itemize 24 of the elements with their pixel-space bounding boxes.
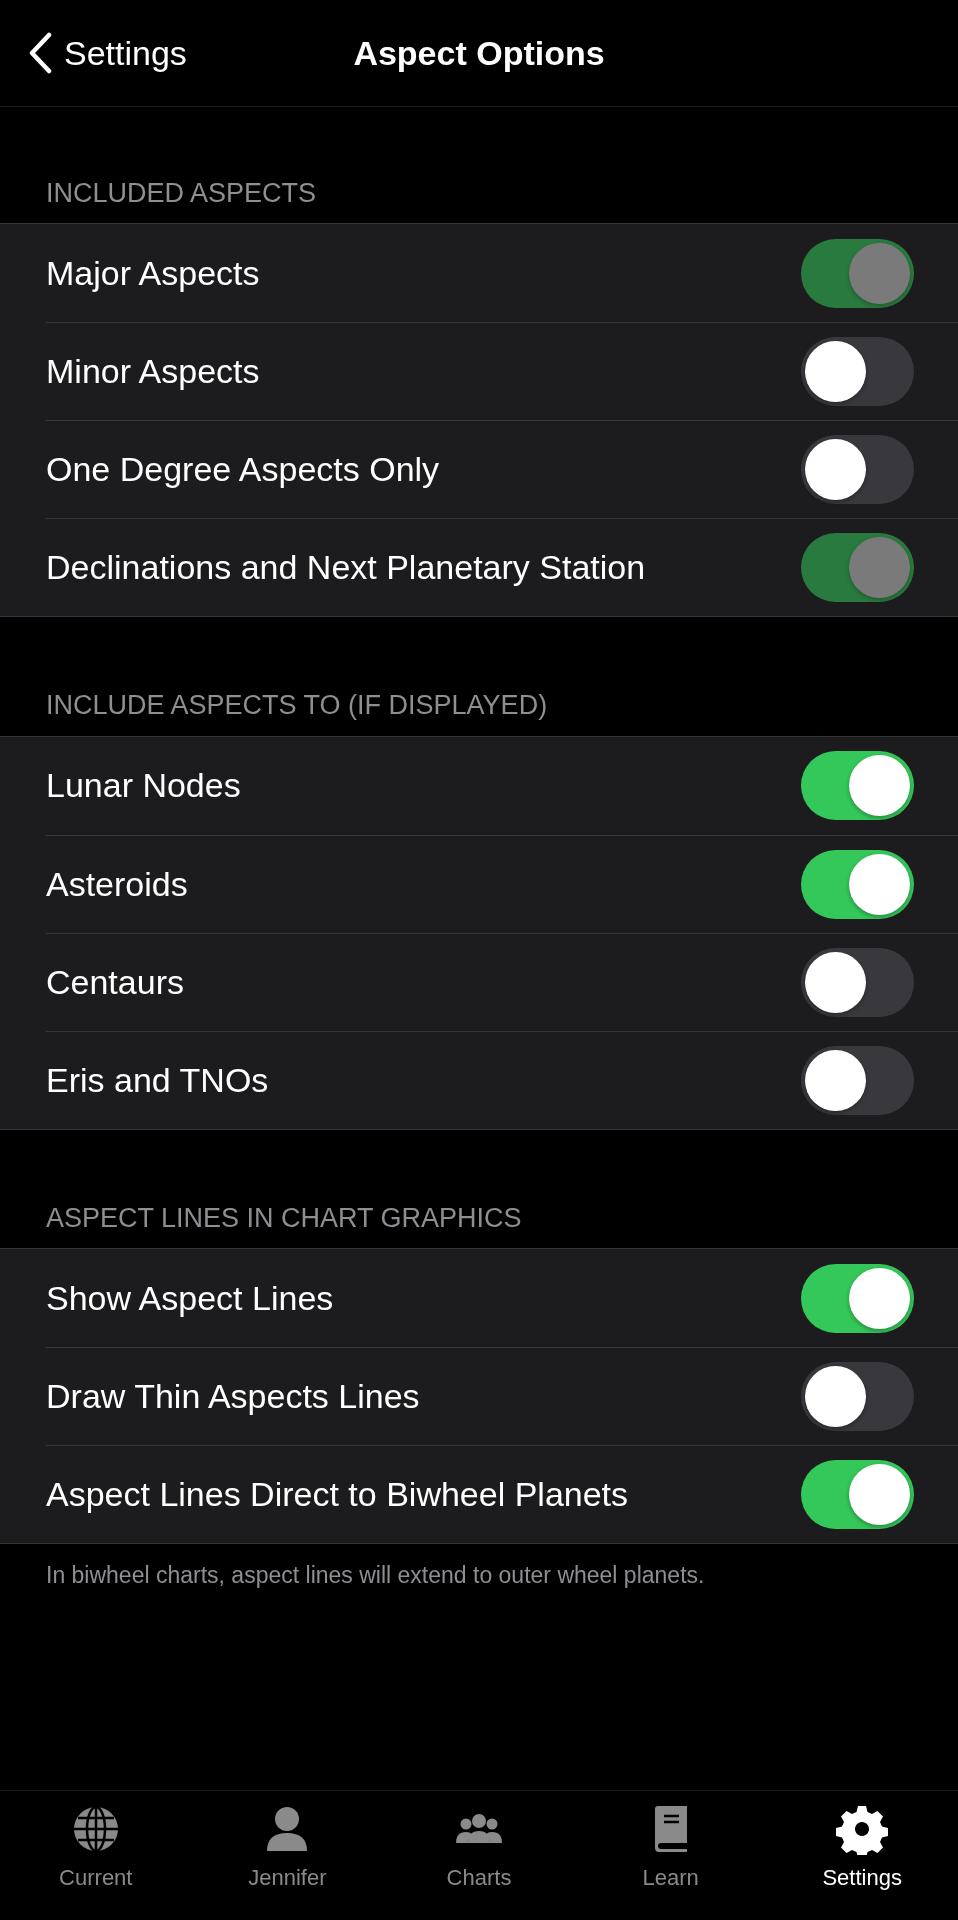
setting-label: One Degree Aspects Only	[46, 449, 441, 491]
setting-label: Major Aspects	[46, 252, 261, 294]
setting-label: Eris and TNOs	[46, 1059, 270, 1101]
setting-label: Draw Thin Aspects Lines	[46, 1376, 421, 1418]
section-header: INCLUDE ASPECTS TO (IF DISPLAYED)	[45, 689, 549, 723]
tab-item[interactable]: Jennifer	[191, 1803, 384, 1894]
tab-item[interactable]: Learn	[574, 1803, 767, 1894]
section-header: ASPECT LINES IN CHART GRAPHICS	[45, 1201, 523, 1235]
tab-item[interactable]: Settings	[766, 1803, 958, 1894]
chevron-left-icon	[28, 32, 52, 74]
footer-note: In biwheel charts, aspect lines will extend to outer wheel planets.	[45, 1561, 706, 1591]
section-header: INCLUDED ASPECTS	[45, 177, 318, 210]
setting-label: Centaurs	[46, 961, 185, 1003]
setting-label: Show Aspect Lines	[46, 1277, 335, 1319]
settings-icon	[836, 1803, 889, 1855]
setting-label: Lunar Nodes	[46, 765, 242, 807]
page-title: Aspect Options	[353, 33, 605, 72]
back-button[interactable]: Settings	[0, 27, 187, 79]
setting-label: Asteroids	[46, 863, 189, 905]
setting-label: Declinations and Next Planetary Station	[46, 547, 647, 589]
tab-item[interactable]: Current	[0, 1803, 192, 1894]
setting-label: Aspect Lines Direct to Biwheel Planets	[46, 1474, 630, 1516]
tab-item[interactable]: Charts	[383, 1803, 575, 1894]
setting-label: Minor Aspects	[46, 351, 261, 393]
